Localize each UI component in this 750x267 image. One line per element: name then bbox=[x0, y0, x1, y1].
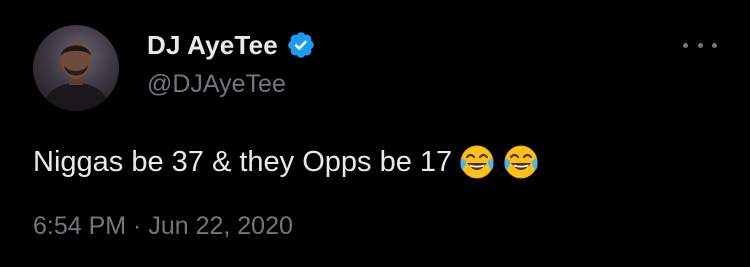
tweet-text: Niggas be 37 & they Opps be 17 bbox=[33, 145, 453, 178]
verified-badge-icon[interactable] bbox=[286, 30, 316, 60]
tweet-body: Niggas be 37 & they Opps be 17 bbox=[33, 143, 540, 181]
timestamp-separator: · bbox=[126, 212, 149, 240]
tweet-date: Jun 22, 2020 bbox=[148, 212, 293, 240]
more-dot bbox=[697, 42, 703, 48]
author-name-row: DJ AyeTee bbox=[147, 28, 316, 62]
tweet-timestamp[interactable]: 6:54 PM · Jun 22, 2020 bbox=[33, 212, 293, 241]
display-name[interactable]: DJ AyeTee bbox=[147, 30, 278, 61]
more-dot bbox=[683, 42, 688, 48]
tweet-time: 6:54 PM bbox=[33, 212, 127, 240]
more-dot bbox=[712, 42, 717, 48]
author-handle[interactable]: @DJAyeTee bbox=[147, 70, 286, 99]
tears-of-joy-emoji-icon bbox=[458, 143, 496, 181]
avatar-photo bbox=[41, 43, 111, 111]
tears-of-joy-emoji-icon bbox=[502, 143, 540, 181]
tweet-card: DJ AyeTee @DJAyeTee Niggas be 37 & they … bbox=[0, 0, 750, 267]
avatar[interactable] bbox=[33, 25, 119, 111]
more-options-icon[interactable] bbox=[683, 38, 717, 52]
